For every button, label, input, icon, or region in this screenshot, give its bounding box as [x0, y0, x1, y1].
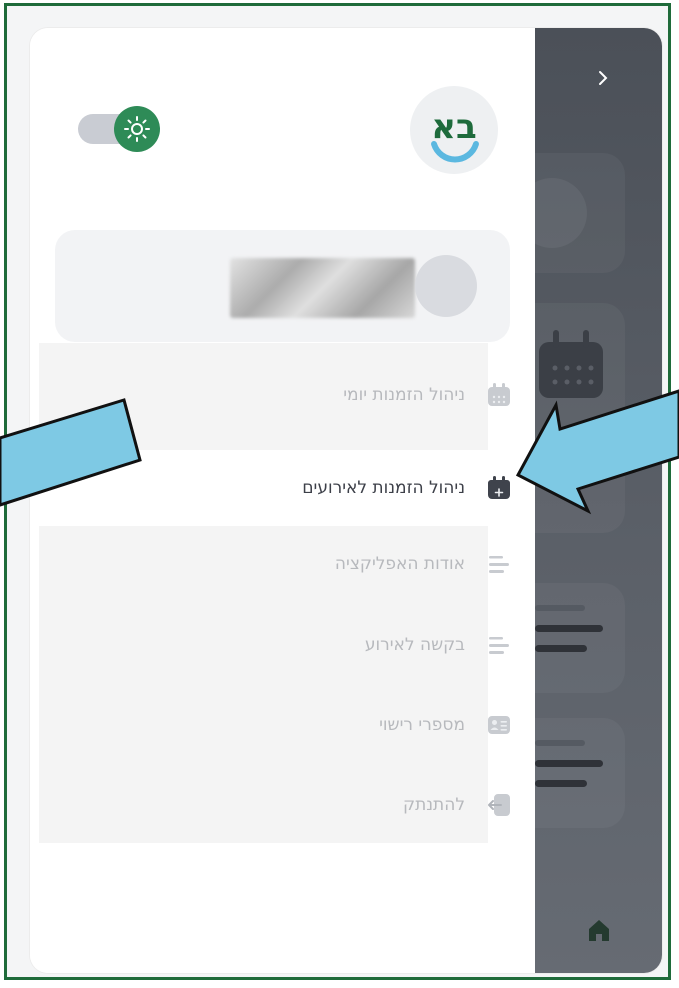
toggle-knob	[114, 106, 160, 152]
menu-item-license-numbers[interactable]: מספרי רישוי	[379, 705, 517, 745]
chevron-right-icon[interactable]	[591, 66, 615, 90]
menu-item-daily-orders[interactable]: ניהול הזמנות יומי	[343, 375, 517, 415]
logout-icon	[481, 787, 517, 823]
menu-item-event-request[interactable]: בקשה לאירוע	[365, 625, 517, 665]
menu-item-logout[interactable]: להתנתק	[403, 785, 517, 825]
profile-card[interactable]	[55, 230, 510, 342]
lines-icon	[481, 546, 517, 582]
menu-item-label: להתנתק	[403, 795, 465, 815]
menu-item-label: מספרי רישוי	[379, 715, 465, 735]
menu-item-label: ניהול הזמנות לאירועים	[302, 478, 465, 498]
logo-mark: בא	[431, 107, 479, 163]
annotation-arrow-left	[0, 398, 142, 507]
menu-item-label: אודות האפליקציה	[334, 554, 465, 574]
annotation-arrow-right	[515, 389, 679, 515]
avatar[interactable]	[415, 255, 477, 317]
sun-icon	[124, 116, 150, 142]
menu-item-label: בקשה לאירוע	[364, 635, 465, 655]
lines-icon	[535, 740, 603, 787]
home-icon[interactable]	[585, 916, 613, 944]
lines-icon	[481, 627, 517, 663]
menu-item-event-orders[interactable]: ניהול הזמנות לאירועים	[302, 468, 517, 508]
id-card-icon	[481, 707, 517, 743]
logo-text: בא	[431, 107, 477, 147]
profile-name-blurred	[230, 258, 415, 318]
menu-item-label: ניהול הזמנות יומי	[343, 385, 465, 405]
theme-toggle[interactable]	[78, 106, 166, 152]
menu-item-about-app[interactable]: אודות האפליקציה	[335, 544, 517, 584]
app-logo: בא	[410, 86, 498, 174]
lines-icon	[535, 605, 603, 652]
